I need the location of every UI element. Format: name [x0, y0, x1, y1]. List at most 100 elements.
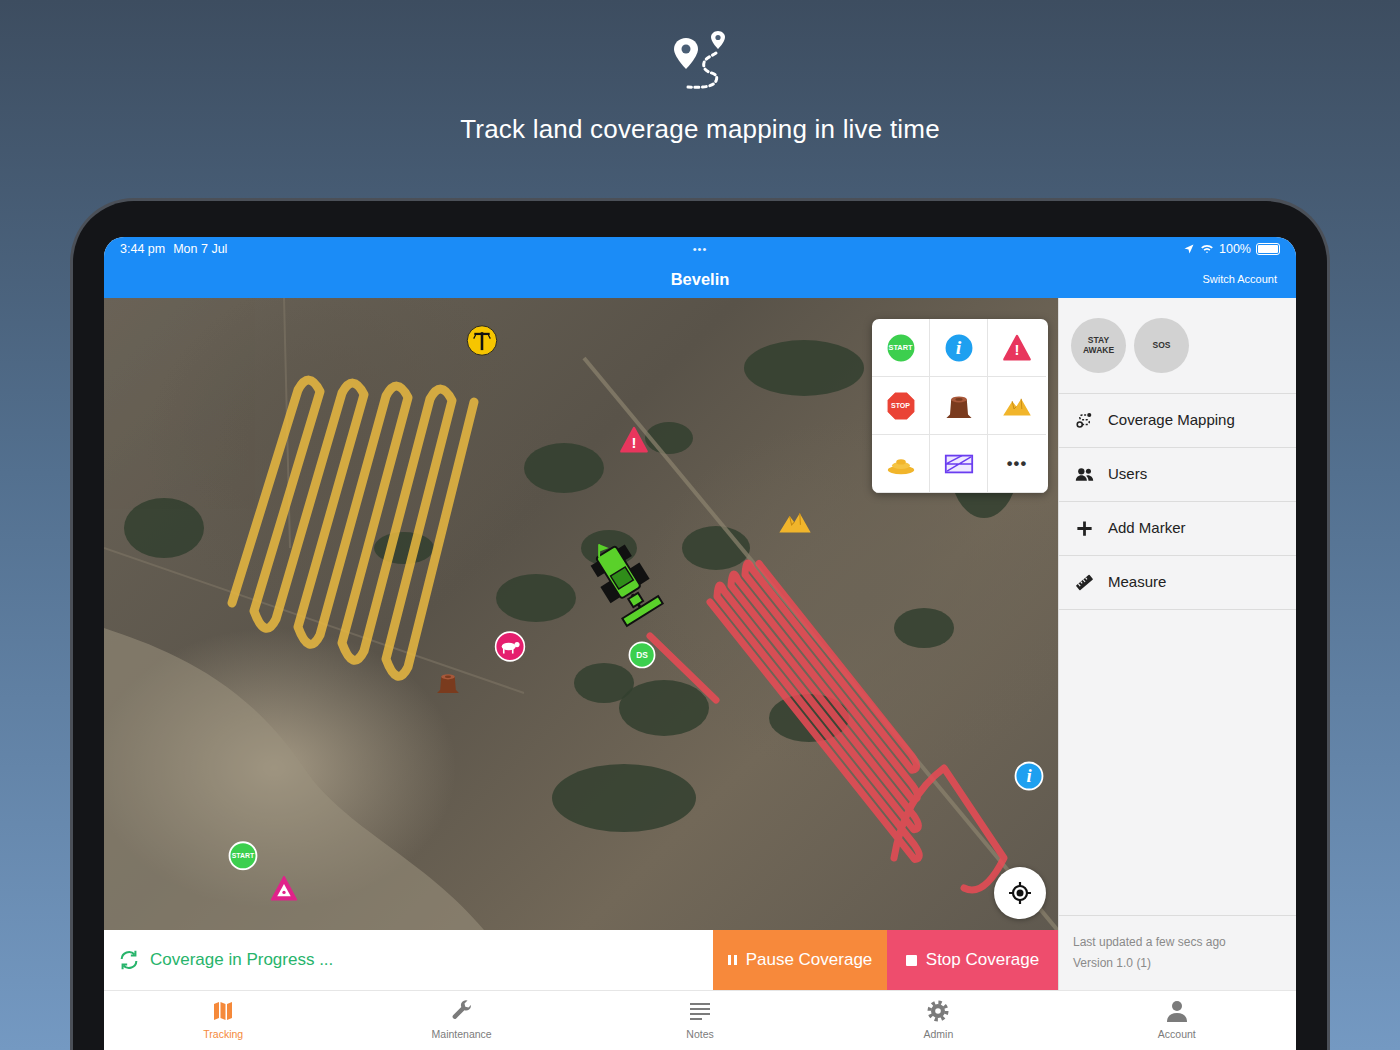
multitask-handle[interactable]: ••• — [693, 241, 708, 258]
side-menu-label: Coverage Mapping — [1108, 409, 1235, 432]
stop-icon — [906, 955, 917, 966]
clock-time: 3:44 pm — [120, 240, 165, 259]
map-marker[interactable]: i — [1014, 761, 1044, 791]
map-marker[interactable] — [578, 537, 674, 640]
tab-item[interactable]: Tracking — [104, 991, 342, 1050]
clock-date: Mon 7 Jul — [173, 240, 227, 259]
quick-action-button[interactable]: SOS — [1134, 318, 1189, 373]
quick-actions: STAY AWAKESOS — [1059, 298, 1296, 394]
warning-icon: ! — [1002, 333, 1032, 363]
side-menu-item[interactable]: Coverage Mapping — [1059, 394, 1296, 448]
pause-coverage-button[interactable]: Pause Coverage — [713, 930, 887, 990]
pause-bar — [734, 955, 737, 965]
tab-label: Account — [1158, 1027, 1196, 1043]
palette-item[interactable]: ! — [988, 319, 1046, 377]
map-marker[interactable] — [466, 325, 498, 364]
map[interactable]: ! DS i START START i! STOP ••• — [104, 298, 1058, 930]
marker-label: i — [1026, 767, 1031, 786]
wifi-icon — [1200, 242, 1214, 256]
hill-icon — [778, 505, 812, 539]
stop-label: Stop Coverage — [926, 947, 1039, 973]
palette-item[interactable]: ••• — [988, 435, 1046, 493]
tab-label: Maintenance — [432, 1027, 492, 1043]
palette-item[interactable] — [930, 377, 988, 435]
power-icon — [466, 325, 498, 357]
tab-item[interactable]: Notes — [581, 991, 819, 1050]
target-icon — [1008, 881, 1032, 905]
map-column: ! DS i START START i! STOP ••• Coverage in Prog… — [104, 298, 1058, 990]
notes-icon — [688, 999, 712, 1023]
wrench-icon — [450, 999, 474, 1023]
fence-icon — [944, 449, 974, 479]
palette-label: ••• — [1007, 455, 1027, 472]
map-marker[interactable]: DS — [628, 641, 656, 669]
side-spacer — [1059, 610, 1296, 915]
stop-icon: STOP — [885, 390, 917, 422]
coverage-status-text: Coverage in Progress ... — [150, 947, 333, 973]
locate-button[interactable] — [994, 867, 1046, 919]
hay-icon — [886, 449, 916, 479]
coverage-track — [650, 563, 1004, 890]
tablet-frame: 3:44 pmMon 7 Jul•••100% BevelinSwitch Ac… — [70, 198, 1330, 1050]
marker-palette: START i! STOP ••• — [872, 319, 1048, 493]
palette-item[interactable] — [930, 435, 988, 493]
location-icon — [1183, 243, 1195, 255]
switch-account-link[interactable]: Switch Account — [1202, 271, 1277, 288]
sync-info: Last updated a few secs agoVersion 1.0 (… — [1059, 915, 1296, 990]
palette-item[interactable]: STOP — [872, 377, 930, 435]
tab-item[interactable]: Admin — [819, 991, 1057, 1050]
stop-coverage-button[interactable]: Stop Coverage — [887, 930, 1058, 990]
tab-label: Notes — [686, 1027, 713, 1043]
start-icon: START — [885, 332, 917, 364]
tab-item[interactable]: Maintenance — [342, 991, 580, 1050]
map-marker[interactable] — [270, 875, 298, 910]
palette-item[interactable] — [872, 435, 930, 493]
side-menu-item[interactable]: Users — [1059, 448, 1296, 502]
users-icon — [1075, 465, 1094, 484]
side-menu-label: Measure — [1108, 571, 1166, 594]
map-marker[interactable] — [778, 505, 812, 546]
headline: Track land coverage mapping in live time — [460, 114, 940, 145]
app-header: 3:44 pmMon 7 Jul•••100% BevelinSwitch Ac… — [104, 237, 1296, 298]
title-bar: Bevelin Switch Account — [104, 261, 1296, 298]
coverage-status: Coverage in Progress ... — [104, 930, 713, 990]
battery-fill — [1258, 245, 1278, 253]
info-icon: i — [943, 332, 975, 364]
refresh-icon — [118, 949, 140, 971]
more-icon: ••• — [1002, 449, 1032, 479]
last-updated: Last updated a few secs ago — [1073, 932, 1282, 953]
palette-item[interactable] — [988, 377, 1046, 435]
palette-label: START — [889, 344, 913, 351]
side-menu-item[interactable]: Measure — [1059, 556, 1296, 610]
person-icon — [1165, 999, 1189, 1023]
marker-label: START — [232, 853, 254, 860]
side-menu-label: Users — [1108, 463, 1147, 486]
hero: Track land coverage mapping in live time — [0, 0, 1400, 198]
route-icon — [668, 28, 732, 90]
quick-action-button[interactable]: STAY AWAKE — [1071, 318, 1126, 373]
palette-item[interactable]: START — [872, 319, 930, 377]
pause-bar — [728, 955, 731, 965]
map-marker[interactable]: START — [228, 841, 258, 871]
tab-item[interactable]: Account — [1058, 991, 1296, 1050]
marker-label: ! — [632, 430, 637, 450]
hazard-icon — [270, 875, 298, 903]
palette-label: i — [956, 338, 962, 358]
palette-label: ! — [1015, 338, 1020, 358]
ds-icon: DS — [628, 641, 656, 669]
map-marker[interactable] — [494, 631, 526, 670]
account-title: Bevelin — [671, 267, 730, 292]
app-screen: 3:44 pmMon 7 Jul•••100% BevelinSwitch Ac… — [104, 237, 1296, 1050]
tab-label: Tracking — [203, 1027, 243, 1043]
side-panel: STAY AWAKESOS Coverage Mapping Users Add Ma… — [1058, 298, 1296, 990]
map-marker[interactable]: ! — [619, 425, 649, 455]
app-body: ! DS i START START i! STOP ••• Coverage in Prog… — [104, 298, 1296, 990]
warning-icon: ! — [619, 425, 649, 455]
side-menu-item[interactable]: Add Marker — [1059, 502, 1296, 556]
pause-label: Pause Coverage — [746, 947, 873, 973]
stump-icon — [944, 391, 974, 421]
map-marker[interactable] — [435, 670, 461, 703]
route-icon — [668, 28, 732, 90]
palette-item[interactable]: i — [930, 319, 988, 377]
info-icon: i — [1014, 761, 1044, 791]
